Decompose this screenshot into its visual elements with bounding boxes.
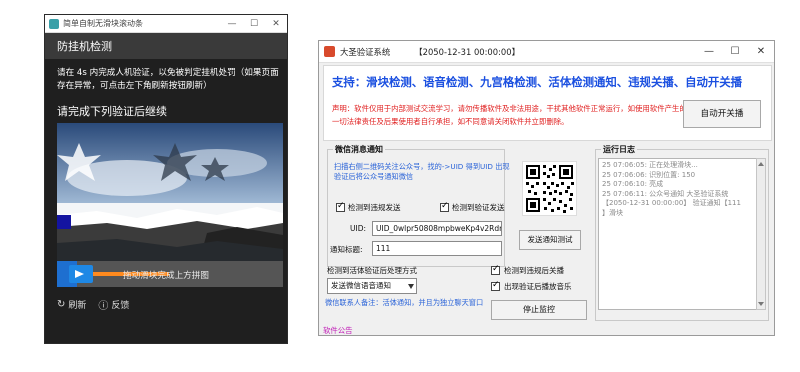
refresh-label: 刷新 [68, 301, 87, 311]
feedback-link[interactable]: ⓘ 反馈 [98, 297, 129, 312]
handling-method-select[interactable]: 发送微信语音通知 [327, 278, 417, 294]
checkbox[interactable] [491, 280, 500, 291]
log-line: 25 07:06:06: 识别位置: 150 [602, 170, 696, 179]
auto-broadcast-button[interactable]: 自动开关播 [683, 100, 761, 128]
info-icon: ⓘ [98, 301, 109, 312]
captcha-footer: ↻ 刷新 ⓘ 反馈 [57, 297, 129, 312]
check-play-music-label: 出现验证后播放音乐 [504, 282, 572, 291]
slider-track[interactable]: 拖动滑块完成上方拼图 [57, 261, 283, 287]
log-line: 25 07:06:11: 公众号通知 大圣验证系统 [602, 189, 729, 198]
contact-note: 微信联系人备注：活体通知，并且为独立聊天窗口 [325, 298, 484, 307]
window-datetime: 【2050-12-31 00:00:00】 [414, 46, 520, 57]
uid-label: UID: [350, 224, 367, 233]
captcha-window: 简单自制无滑块滚动条 — ☐ ✕ 防挂机检测 请在 4s 内完成人机验证，以免被… [44, 14, 288, 344]
captcha-titlebar: 简单自制无滑块滚动条 — ☐ ✕ [45, 15, 287, 33]
notify-title-input[interactable]: 111 [372, 241, 502, 256]
close-button[interactable]: ✕ [265, 19, 287, 29]
check-verify-send[interactable]: 检测到验证发送 [440, 201, 505, 213]
scroll-up-icon[interactable] [758, 162, 764, 166]
app-icon [324, 46, 335, 57]
close-button[interactable]: ✕ [748, 46, 774, 57]
notify-title-label: 通知标题: [330, 245, 363, 254]
chevron-down-icon [408, 284, 414, 289]
wechat-group-title: 微信消息通知 [333, 144, 385, 155]
log-line: 25 07:06:05: 正在处理滑块... [602, 161, 698, 169]
checkbox[interactable] [491, 264, 500, 275]
check-violation-send[interactable]: 检测到违规发送 [336, 201, 401, 213]
minimize-button[interactable]: — [221, 19, 243, 29]
maximize-button[interactable]: ☐ [722, 46, 748, 57]
window-title: 简单自制无滑块滚动条 [63, 19, 143, 28]
feedback-label: 反馈 [111, 301, 130, 311]
slider-handle[interactable] [69, 265, 93, 283]
captcha-message: 请在 4s 内完成人机验证，以免被判定挂机处罚（如果页面存在异常，可点击左下角刷… [57, 68, 279, 91]
check-violation-close[interactable]: 检测到违规后关播 [491, 264, 564, 276]
refresh-link[interactable]: ↻ 刷新 [57, 298, 86, 311]
captcha-subtitle: 请完成下列验证后继续 [57, 105, 167, 118]
wechat-tip: 扫描右侧二维码关注公众号，找的->UID 得到UID 出现验证后将公众号通知微信 [334, 162, 510, 181]
check-violation-label: 检测到违规发送 [348, 203, 401, 212]
minimize-button[interactable]: — [696, 46, 722, 57]
handling-method-value: 发送微信语音通知 [331, 281, 391, 290]
scroll-down-icon[interactable] [758, 302, 764, 306]
wechat-notify-group: 微信消息通知 扫描右侧二维码关注公众号，找的->UID 得到UID 出现验证后将… [327, 144, 510, 267]
software-notice-link[interactable]: 软件公告 [323, 325, 353, 336]
refresh-icon: ↻ [57, 299, 66, 310]
qr-code-image [522, 161, 577, 216]
run-log-group: 运行日志 25 07:06:05: 正在处理滑块... 25 07:06:06:… [595, 144, 769, 321]
verifier-window: 大圣验证系统 【2050-12-31 00:00:00】 — ☐ ✕ 支持：滑块… [318, 40, 775, 336]
run-log-title: 运行日志 [601, 144, 637, 155]
slider-hint: 拖动滑块完成上方拼图 [123, 271, 209, 281]
check-play-music[interactable]: 出现验证后播放音乐 [491, 280, 572, 292]
check-verify-label: 检测到验证发送 [452, 203, 505, 212]
declaration-text: 声明：软件仅用于内部测试交流学习，请勿传播软件及非法用途，干扰其他软件正常运行，… [332, 104, 687, 126]
check-violation-close-label: 检测到违规后关播 [504, 266, 564, 275]
stop-monitor-button[interactable]: 停止监控 [491, 300, 587, 320]
captcha-header: 防挂机检测 [45, 33, 287, 59]
log-scrollbar[interactable] [756, 158, 766, 310]
puzzle-image [57, 123, 283, 269]
after-detection-label: 检测到活体验证后处理方式 [327, 266, 417, 275]
maximize-button[interactable]: ☐ [243, 19, 265, 29]
header-title: 防挂机检测 [57, 40, 112, 53]
checkbox[interactable] [336, 201, 345, 212]
checkbox[interactable] [440, 201, 449, 212]
app-icon [49, 18, 59, 29]
log-line: 25 07:06:10: 亮成 [602, 180, 664, 189]
run-log-textarea[interactable]: 25 07:06:05: 正在处理滑块... 25 07:06:06: 识别位置… [598, 158, 758, 310]
log-line: 【2050-12-31 00:00:00】 验证通知【111 [602, 199, 741, 208]
log-line: 】滑块 [602, 208, 623, 217]
send-test-button[interactable]: 发送通知测试 [519, 230, 581, 250]
support-text: 支持：滑块检测、语音检测、九宫格检测、活体检测通知、违规关播、自动开关播 [332, 75, 743, 89]
verifier-titlebar: 大圣验证系统 【2050-12-31 00:00:00】 — ☐ ✕ [319, 41, 774, 63]
uid-input[interactable]: UID_0wlpr50808mpbweKp4v2Rdmuz [372, 221, 502, 236]
banner: 支持：滑块检测、语音检测、九宫格检测、活体检测通知、违规关播、自动开关播 声明：… [323, 65, 772, 141]
window-title: 大圣验证系统 [340, 46, 391, 57]
